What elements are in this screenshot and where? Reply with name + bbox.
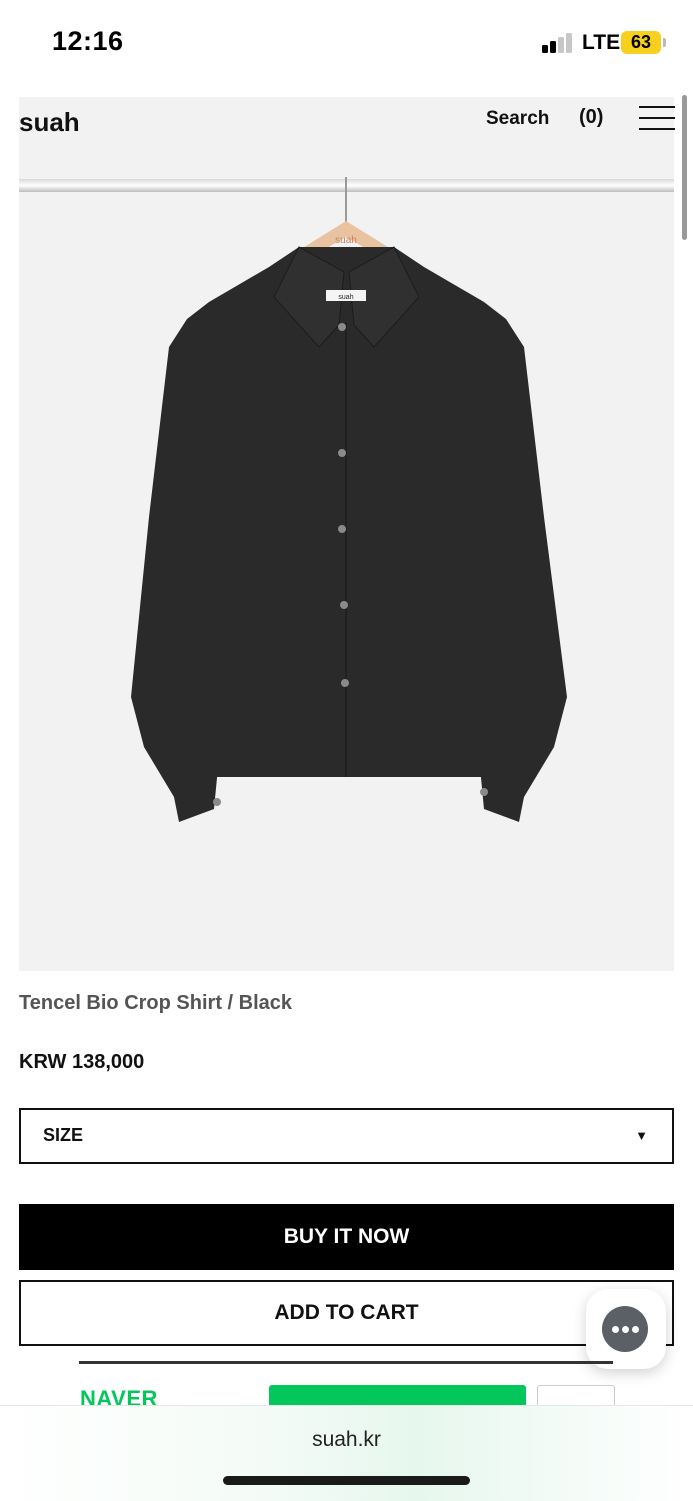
search-link[interactable]: Search xyxy=(486,108,549,130)
shirt-button-1 xyxy=(338,323,346,331)
cuff-button-left xyxy=(213,798,221,806)
network-type: LTE xyxy=(582,31,621,54)
product-image[interactable]: suah suah xyxy=(19,97,674,971)
hanger-brand-text: suah xyxy=(335,235,357,246)
battery-level: 63 xyxy=(630,32,652,52)
size-select[interactable]: SIZE ▼ xyxy=(19,1108,674,1164)
neck-label-text: suah xyxy=(338,294,353,301)
buy-it-now-button[interactable]: BUY IT NOW xyxy=(19,1204,674,1270)
add-to-cart-button[interactable]: ADD TO CART xyxy=(19,1280,674,1346)
shirt-button-5 xyxy=(341,679,349,687)
product-price: KRW 138,000 xyxy=(19,1051,145,1073)
battery-nub xyxy=(663,38,666,47)
shirt-button-3 xyxy=(338,525,346,533)
hamburger-menu-icon[interactable] xyxy=(639,105,675,131)
url-text[interactable]: suah.kr xyxy=(0,1428,693,1452)
caret-down-icon: ▼ xyxy=(635,1128,648,1143)
chat-button[interactable] xyxy=(586,1289,666,1369)
product-title: Tencel Bio Crop Shirt / Black xyxy=(19,992,293,1014)
scrollbar-thumb[interactable] xyxy=(682,95,687,240)
home-indicator[interactable] xyxy=(223,1476,470,1485)
size-select-label: SIZE xyxy=(43,1125,84,1145)
signal-icon xyxy=(542,33,576,53)
chat-bubble-icon xyxy=(602,1306,648,1352)
status-time: 12:16 xyxy=(52,26,124,56)
cart-count-link[interactable]: (0) xyxy=(579,106,603,129)
battery-icon: 63 xyxy=(621,31,661,54)
brand-logo[interactable]: suah xyxy=(19,107,80,138)
shirt-button-2 xyxy=(338,449,346,457)
cuff-button-right xyxy=(480,788,488,796)
shirt-button-4 xyxy=(340,601,348,609)
browser-address-bar: suah.kr xyxy=(0,1405,693,1501)
product-photo: suah suah xyxy=(19,177,674,822)
status-bar: 12:16 LTE 63 xyxy=(0,0,693,90)
site-header: suah Search (0) xyxy=(19,97,675,147)
naver-divider xyxy=(79,1361,613,1364)
